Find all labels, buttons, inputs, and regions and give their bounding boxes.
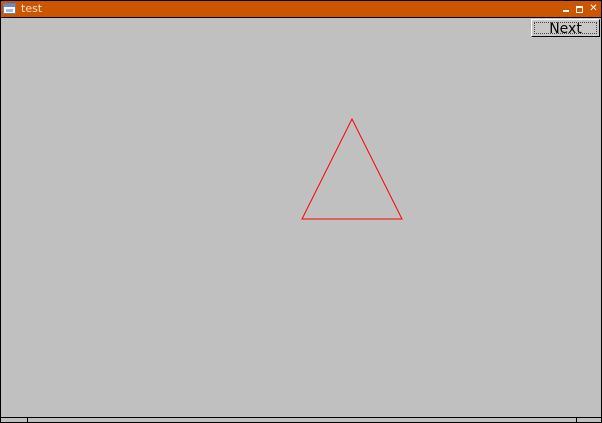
app-window: test ✕ Next — [0, 0, 602, 423]
app-window-icon — [3, 3, 16, 14]
status-bar — [1, 417, 601, 422]
window-title: test — [21, 2, 43, 15]
close-icon[interactable]: ✕ — [588, 3, 599, 15]
status-divider — [576, 418, 577, 422]
maximize-icon[interactable] — [574, 3, 585, 15]
title-bar[interactable]: test ✕ — [1, 1, 601, 18]
red-triangle — [301, 117, 403, 220]
next-button[interactable]: Next — [531, 19, 600, 37]
drawing-canvas[interactable]: Next — [1, 18, 601, 417]
canvas-svg — [301, 117, 403, 220]
status-divider — [27, 418, 28, 422]
minimize-icon[interactable] — [560, 3, 571, 15]
